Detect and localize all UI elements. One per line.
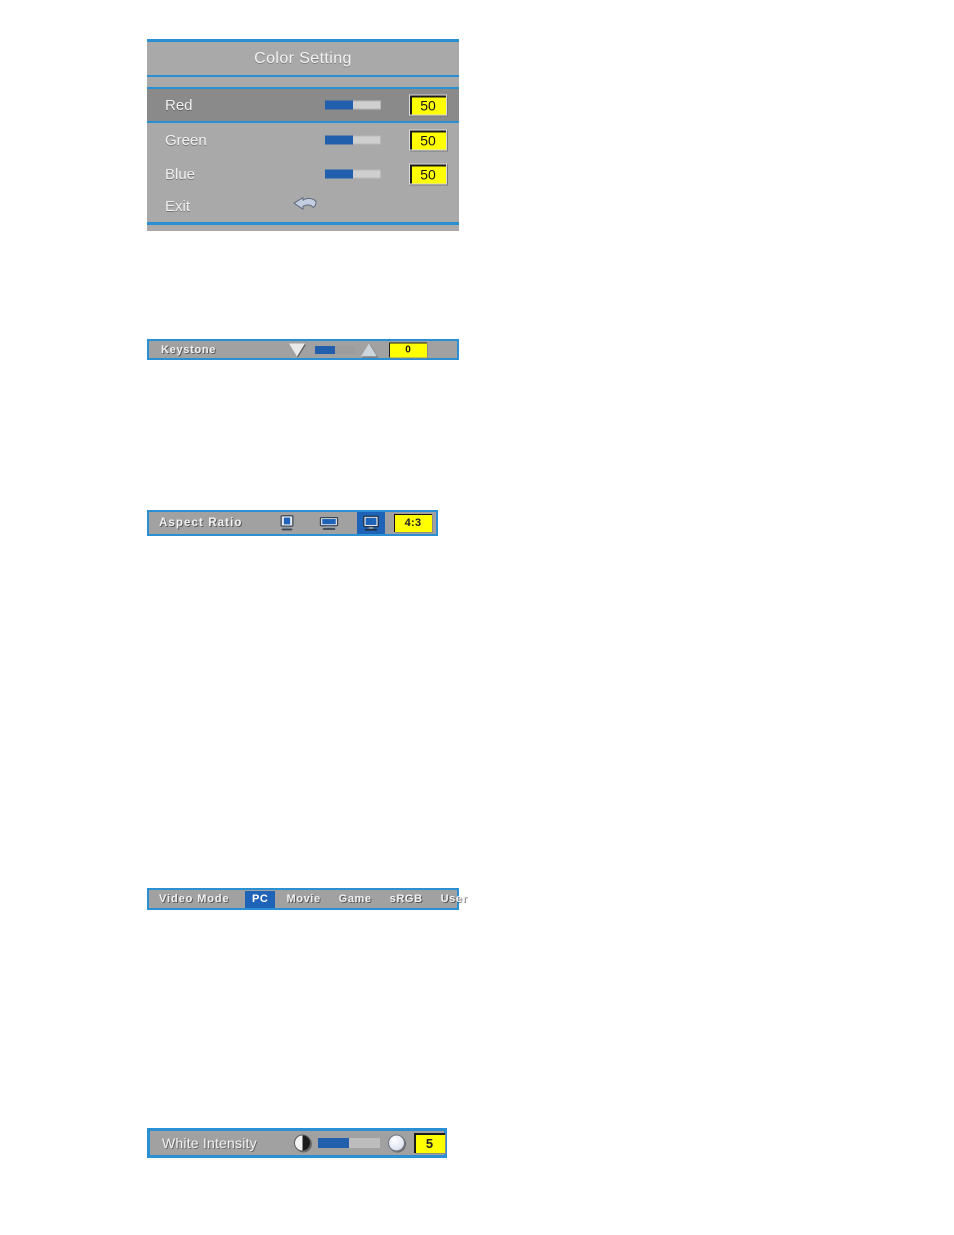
white-intensity-value: 5 [425,1135,434,1151]
white-intensity-value-box[interactable]: 5 [414,1133,445,1153]
monitor-4-3-icon [280,515,294,531]
brightness-circle-icon[interactable] [388,1134,405,1152]
color-row-exit[interactable]: Exit [147,191,459,225]
contrast-circle-icon[interactable] [294,1134,311,1152]
monitor-original-icon [363,515,379,531]
color-row-blue-label: Blue [165,165,196,183]
keystone-value-box[interactable]: 0 [389,342,427,357]
color-row-red-label: Red [165,96,193,114]
monitor-16-9-icon [319,516,339,530]
triangle-up-icon[interactable] [361,343,377,356]
aspect-option-16-9[interactable] [315,512,343,534]
return-arrow-icon [292,196,318,217]
color-row-green-slider[interactable] [325,135,381,145]
color-row-blue[interactable]: Blue 50 [147,157,459,191]
keystone-label: Keystone [161,343,217,356]
video-mode-label: Video Mode [159,893,230,905]
aspect-option-4-3[interactable] [273,512,301,534]
color-row-red-value: 50 [420,97,436,113]
keystone-slider[interactable] [315,345,355,354]
color-setting-title-bar: Color Setting [147,39,459,77]
video-mode-option-game[interactable]: Game [332,891,379,908]
keystone-bar: Keystone 0 [147,339,459,360]
color-row-red[interactable]: Red 50 [147,89,459,123]
color-setting-panel: Color Setting Red 50 Green 50 Blue 50 Ex… [147,39,459,231]
video-mode-option-user[interactable]: User [434,891,475,908]
page-title: Color Setting [254,49,352,67]
color-row-green[interactable]: Green 50 [147,123,459,157]
aspect-ratio-value-box[interactable]: 4:3 [394,514,432,532]
white-intensity-slider[interactable] [318,1138,380,1148]
aspect-ratio-label: Aspect Ratio [159,517,243,529]
keystone-value: 0 [405,344,411,355]
aspect-ratio-value: 4:3 [404,517,422,529]
triangle-down-icon[interactable] [289,343,305,356]
color-row-blue-value-box[interactable]: 50 [409,163,447,185]
color-row-green-value-box[interactable]: 50 [409,129,447,151]
video-mode-options: PC Movie Game sRGB User [245,890,479,908]
color-row-blue-slider[interactable] [325,169,381,179]
video-mode-option-srgb[interactable]: sRGB [383,891,430,908]
white-intensity-label: White Intensity [162,1135,257,1151]
color-row-exit-label: Exit [165,198,191,215]
title-separator [147,77,459,89]
aspect-option-original[interactable] [357,512,385,534]
color-row-red-value-box[interactable]: 50 [409,94,447,116]
video-mode-option-pc[interactable]: PC [245,890,276,908]
color-row-blue-value: 50 [420,166,436,182]
video-mode-option-movie[interactable]: Movie [279,891,327,908]
color-row-red-slider[interactable] [325,100,381,110]
color-row-green-value: 50 [420,132,436,148]
color-row-green-label: Green [165,131,207,149]
aspect-ratio-bar: Aspect Ratio 4:3 [147,510,438,536]
video-mode-bar: Video Mode PC Movie Game sRGB User [147,888,467,910]
white-intensity-bar: White Intensity 5 [147,1128,447,1158]
